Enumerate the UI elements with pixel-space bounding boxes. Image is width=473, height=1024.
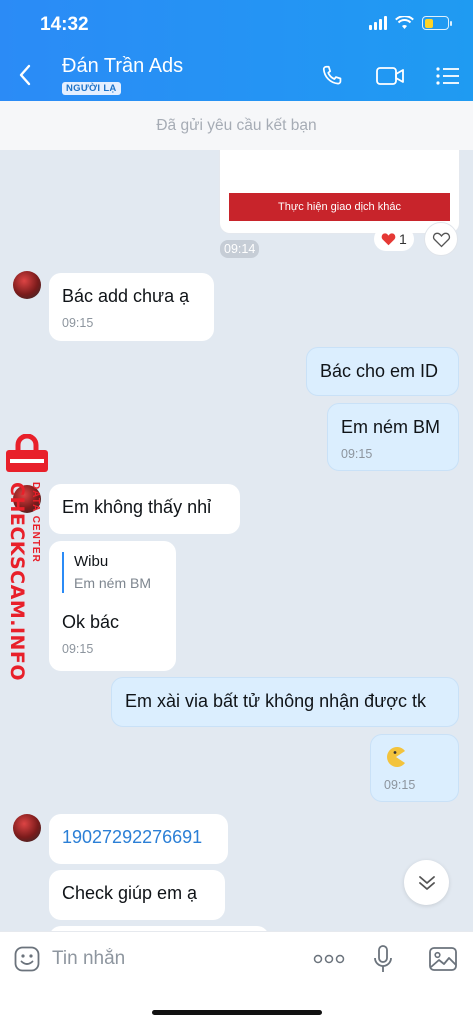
pacman-sticker (387, 747, 405, 767)
stranger-badge: NGƯỜI LẠ (62, 82, 121, 95)
options-menu-button[interactable] (430, 60, 466, 92)
emoji-button[interactable] (10, 942, 44, 976)
signal-icon (369, 16, 387, 30)
message-text: Ok bác (62, 612, 120, 632)
chat-header: 14:32 Đán Trần Ads NGƯỜI LẠ (0, 0, 473, 101)
like-button[interactable] (424, 222, 458, 256)
quoted-text: Em ném BM (74, 575, 152, 591)
more-dots-icon (313, 954, 345, 964)
avatar[interactable] (13, 271, 41, 299)
avatar[interactable] (13, 814, 41, 842)
image-icon (429, 947, 457, 971)
emoji-icon (14, 946, 40, 972)
message-text: Bác cho em ID (320, 361, 439, 381)
message-bubble-outgoing[interactable]: Bác cho em ID (306, 347, 459, 396)
more-options-button[interactable] (312, 942, 346, 976)
message-bubble-incoming[interactable]: Em không thấy nhỉ (49, 484, 240, 534)
watermark-subtext: DATA CENTER (30, 482, 41, 563)
quoted-message[interactable]: Wibu Em ném BM (62, 552, 163, 593)
message-bubble-incoming[interactable]: Check giúp em ạ (49, 870, 225, 920)
voice-call-button[interactable] (314, 60, 350, 92)
wifi-icon (395, 16, 414, 29)
message-time: 09:15 (62, 642, 94, 656)
message-text: Bác add chưa ạ (62, 286, 190, 306)
video-call-button[interactable] (372, 60, 408, 92)
message-bubble-incoming[interactable]: Bác add chưa ạ 09:15 (49, 273, 214, 341)
message-text: Em không thấy nhỉ (62, 497, 212, 517)
microphone-icon (374, 945, 392, 972)
other-transaction-button[interactable]: Thực hiện giao dịch khác (229, 193, 450, 221)
reaction-count[interactable]: 1 (374, 227, 414, 251)
status-icons (369, 16, 452, 30)
message-time: 09:14 (220, 240, 260, 258)
video-call-icon (376, 67, 404, 85)
back-arrow-icon (19, 64, 31, 86)
scroll-to-bottom-button[interactable] (404, 860, 449, 905)
contact-name[interactable]: Đán Trần Ads (62, 55, 183, 78)
back-button[interactable] (12, 58, 38, 92)
message-bubble-incoming-reply[interactable]: Wibu Em ném BM Ok bác 09:15 (49, 541, 176, 671)
message-bubble-outgoing[interactable]: Em ném BM 09:15 (327, 403, 459, 471)
message-text: Check giúp em ạ (62, 883, 198, 903)
image-picker-button[interactable] (426, 942, 460, 976)
home-indicator[interactable] (152, 1010, 322, 1015)
menu-list-icon (436, 67, 459, 85)
chat-area[interactable]: Thực hiện giao dịch khác 09:14 1 Bác add… (0, 150, 473, 931)
message-time: 09:15 (341, 447, 373, 461)
message-text: Em xài via bất tử không nhận được tk (125, 691, 427, 711)
battery-icon (422, 16, 452, 30)
watermark-text: CHECKSCAM.INFO (6, 482, 28, 682)
lock-icon (6, 434, 48, 472)
reaction-count-value: 1 (399, 231, 407, 247)
friend-request-status[interactable]: Đã gửi yêu cầu kết bạn (0, 101, 473, 150)
message-time: 09:15 (384, 778, 416, 792)
voice-message-button[interactable] (366, 942, 400, 976)
quoted-sender: Wibu (74, 553, 109, 570)
status-time: 14:32 (40, 14, 89, 35)
message-bubble-incoming[interactable]: 19027292276691 (49, 814, 228, 864)
message-input-bar (0, 931, 473, 1024)
message-bubble-outgoing[interactable]: Em xài via bất tử không nhận được tk (111, 677, 459, 727)
phone-icon (322, 65, 342, 85)
transaction-card[interactable]: Thực hiện giao dịch khác (220, 150, 459, 233)
message-text: Em ném BM (341, 417, 441, 437)
watermark: CHECKSCAM.INFO DATA CENTER (2, 434, 52, 681)
double-chevron-down-icon (418, 875, 435, 890)
heart-outline-icon (432, 232, 450, 247)
message-time: 09:15 (62, 316, 94, 330)
message-input[interactable] (52, 944, 292, 974)
message-bubble-outgoing[interactable]: 09:15 (370, 734, 459, 802)
phone-number-link[interactable]: 19027292276691 (62, 827, 202, 847)
heart-icon (381, 233, 396, 246)
